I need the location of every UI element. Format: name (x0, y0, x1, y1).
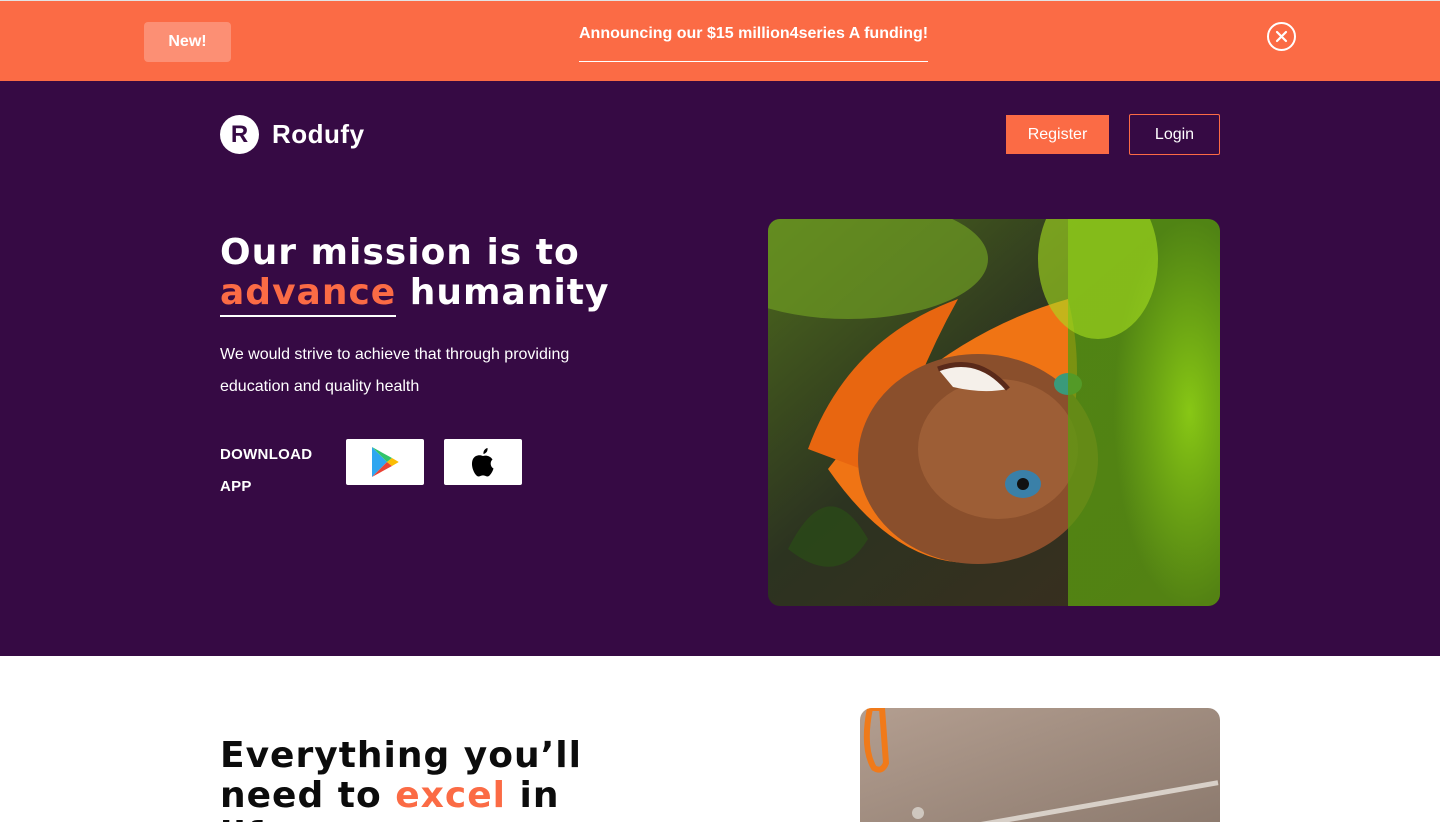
google-play-icon (372, 447, 399, 477)
new-badge: New! (144, 22, 231, 62)
section2-title: Everything you’ll need to excel in life (220, 736, 640, 822)
logo-mark: R (220, 115, 259, 154)
hero-title-accent: advance (220, 272, 397, 317)
logo[interactable]: R Rodufy (220, 115, 365, 154)
hero-subtitle: We would strive to achieve that through … (220, 346, 570, 395)
section2-title-line1: Everything you’ll (220, 735, 582, 776)
hero-photo (768, 219, 1220, 606)
login-button[interactable]: Login (1129, 114, 1220, 155)
hero-title-line1: Our mission is to (220, 232, 580, 273)
register-button[interactable]: Register (1006, 115, 1109, 154)
logo-text: Rodufy (272, 119, 365, 149)
section2-photo (860, 708, 1220, 822)
download-app-label: DOWNLOAD APP (220, 446, 313, 495)
announcement-bar: New! Announcing our $15 million4series A… (0, 0, 1440, 81)
hero-title: Our mission is to advance humanity (220, 232, 680, 317)
announcement-link[interactable]: Announcing our $15 million4series A fund… (579, 24, 929, 62)
google-play-button[interactable] (346, 439, 424, 485)
section2-title-line2a: need to (220, 775, 396, 816)
hero-section: R Rodufy Register Login Our mission is t… (0, 81, 1440, 656)
hero-title-rest: humanity (396, 272, 610, 313)
app-store-button[interactable] (444, 439, 522, 485)
section2-title-accent: excel (395, 775, 506, 816)
apple-icon (471, 448, 494, 477)
close-icon[interactable] (1266, 21, 1297, 52)
